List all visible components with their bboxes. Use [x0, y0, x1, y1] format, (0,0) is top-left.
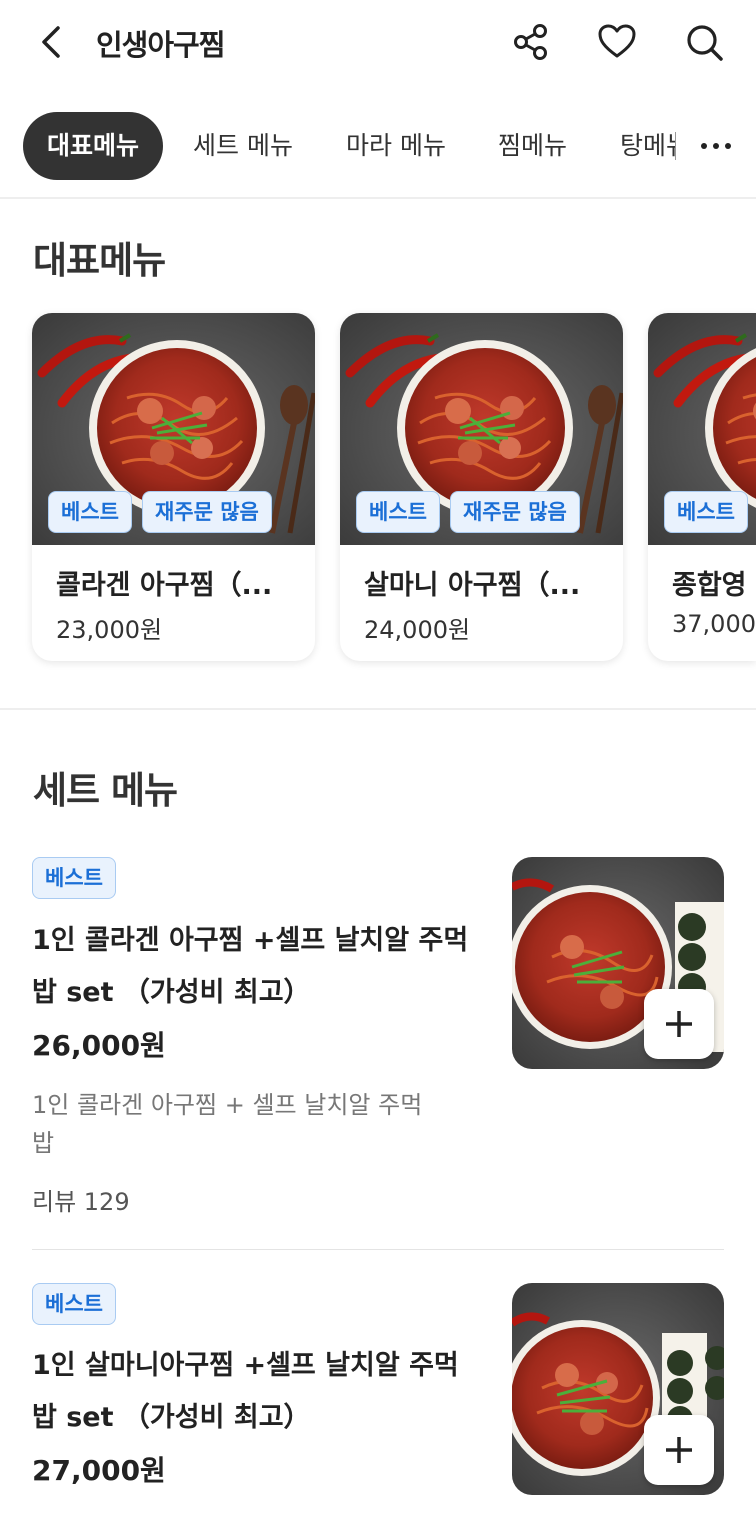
review-count[interactable]: 리뷰 129 — [32, 1182, 130, 1217]
best-badge: 베스트 — [48, 491, 132, 533]
back-arrow-icon[interactable] — [30, 20, 74, 64]
section-separator — [0, 708, 756, 710]
set-menu-price: 26,000원 — [32, 1029, 166, 1062]
tab-set-menu[interactable]: 세트 메뉴 — [193, 112, 293, 180]
add-to-cart-button[interactable] — [644, 1415, 714, 1485]
food-image[interactable] — [512, 1283, 724, 1495]
set-menu-name[interactable]: 1인 살마니아구찜 +셀프 날치알 주먹밥 set （가성비 최고） — [32, 1340, 482, 1444]
badge-row: 베스트 재주문 많음 — [48, 491, 272, 533]
menu-name: 콜라겐 아구찜（... — [56, 570, 273, 601]
tabs-separator — [0, 197, 756, 199]
featured-card[interactable]: 베스트 재주문 많음 살마니 아구찜（... 24,000원 — [340, 313, 623, 661]
menu-name: 살마니 아구찜（... — [364, 570, 581, 601]
set-menu-price: 27,000원 — [32, 1454, 166, 1487]
share-icon[interactable] — [509, 20, 553, 64]
store-title: 인생아구찜 — [96, 28, 225, 62]
tab-featured[interactable]: 대표메뉴 — [23, 112, 164, 180]
plus-icon — [666, 1011, 692, 1037]
set-section-title: 세트 메뉴 — [33, 769, 178, 812]
best-badge: 베스트 — [32, 857, 116, 899]
set-menu-description: 1인 콜라겐 아구찜 + 셀프 날치알 주먹밥 — [32, 1091, 423, 1157]
category-tabs: 대표메뉴 세트 메뉴 마라 메뉴 찜메뉴 탕메뉴 — [0, 110, 756, 182]
more-icon[interactable] — [694, 130, 738, 162]
item-divider — [32, 1249, 724, 1250]
featured-card[interactable]: 베스트 재주문 많음 콜라겐 아구찜（... 23,000원 — [32, 313, 315, 661]
tab-divider — [675, 132, 676, 160]
best-badge: 베스트 — [356, 491, 440, 533]
reorder-badge: 재주문 많음 — [141, 491, 272, 533]
tab-mala-menu[interactable]: 마라 메뉴 — [346, 112, 446, 180]
best-badge: 베스트 — [664, 491, 748, 533]
plus-icon — [666, 1437, 692, 1463]
menu-price: 24,000원 — [364, 616, 471, 644]
menu-price: 37,000 — [672, 610, 756, 638]
best-badge: 베스트 — [32, 1283, 116, 1325]
top-app-bar: 인생아구찜 — [0, 0, 756, 88]
tab-tang-menu[interactable]: 탕메뉴 — [620, 112, 676, 180]
search-icon[interactable] — [682, 20, 726, 64]
reorder-badge: 재주문 많음 — [449, 491, 580, 533]
tab-tang-menu-clip: 탕메뉴 — [612, 110, 676, 182]
set-menu-name[interactable]: 1인 콜라겐 아구찜 +셀프 날치알 주먹밥 set （가성비 최고） — [32, 915, 482, 1019]
menu-name: 종합영 — [672, 570, 747, 601]
tab-jjim-menu[interactable]: 찜메뉴 — [498, 112, 567, 180]
heart-icon[interactable] — [595, 20, 639, 64]
add-to-cart-button[interactable] — [644, 989, 714, 1059]
featured-section-title: 대표메뉴 — [33, 239, 166, 282]
menu-price: 23,000원 — [56, 616, 163, 644]
featured-card[interactable]: 베스트 종합영 37,000 — [648, 313, 756, 661]
badge-row: 베스트 재주문 많음 — [356, 491, 580, 533]
food-image[interactable] — [512, 857, 724, 1069]
badge-row: 베스트 — [664, 491, 748, 533]
